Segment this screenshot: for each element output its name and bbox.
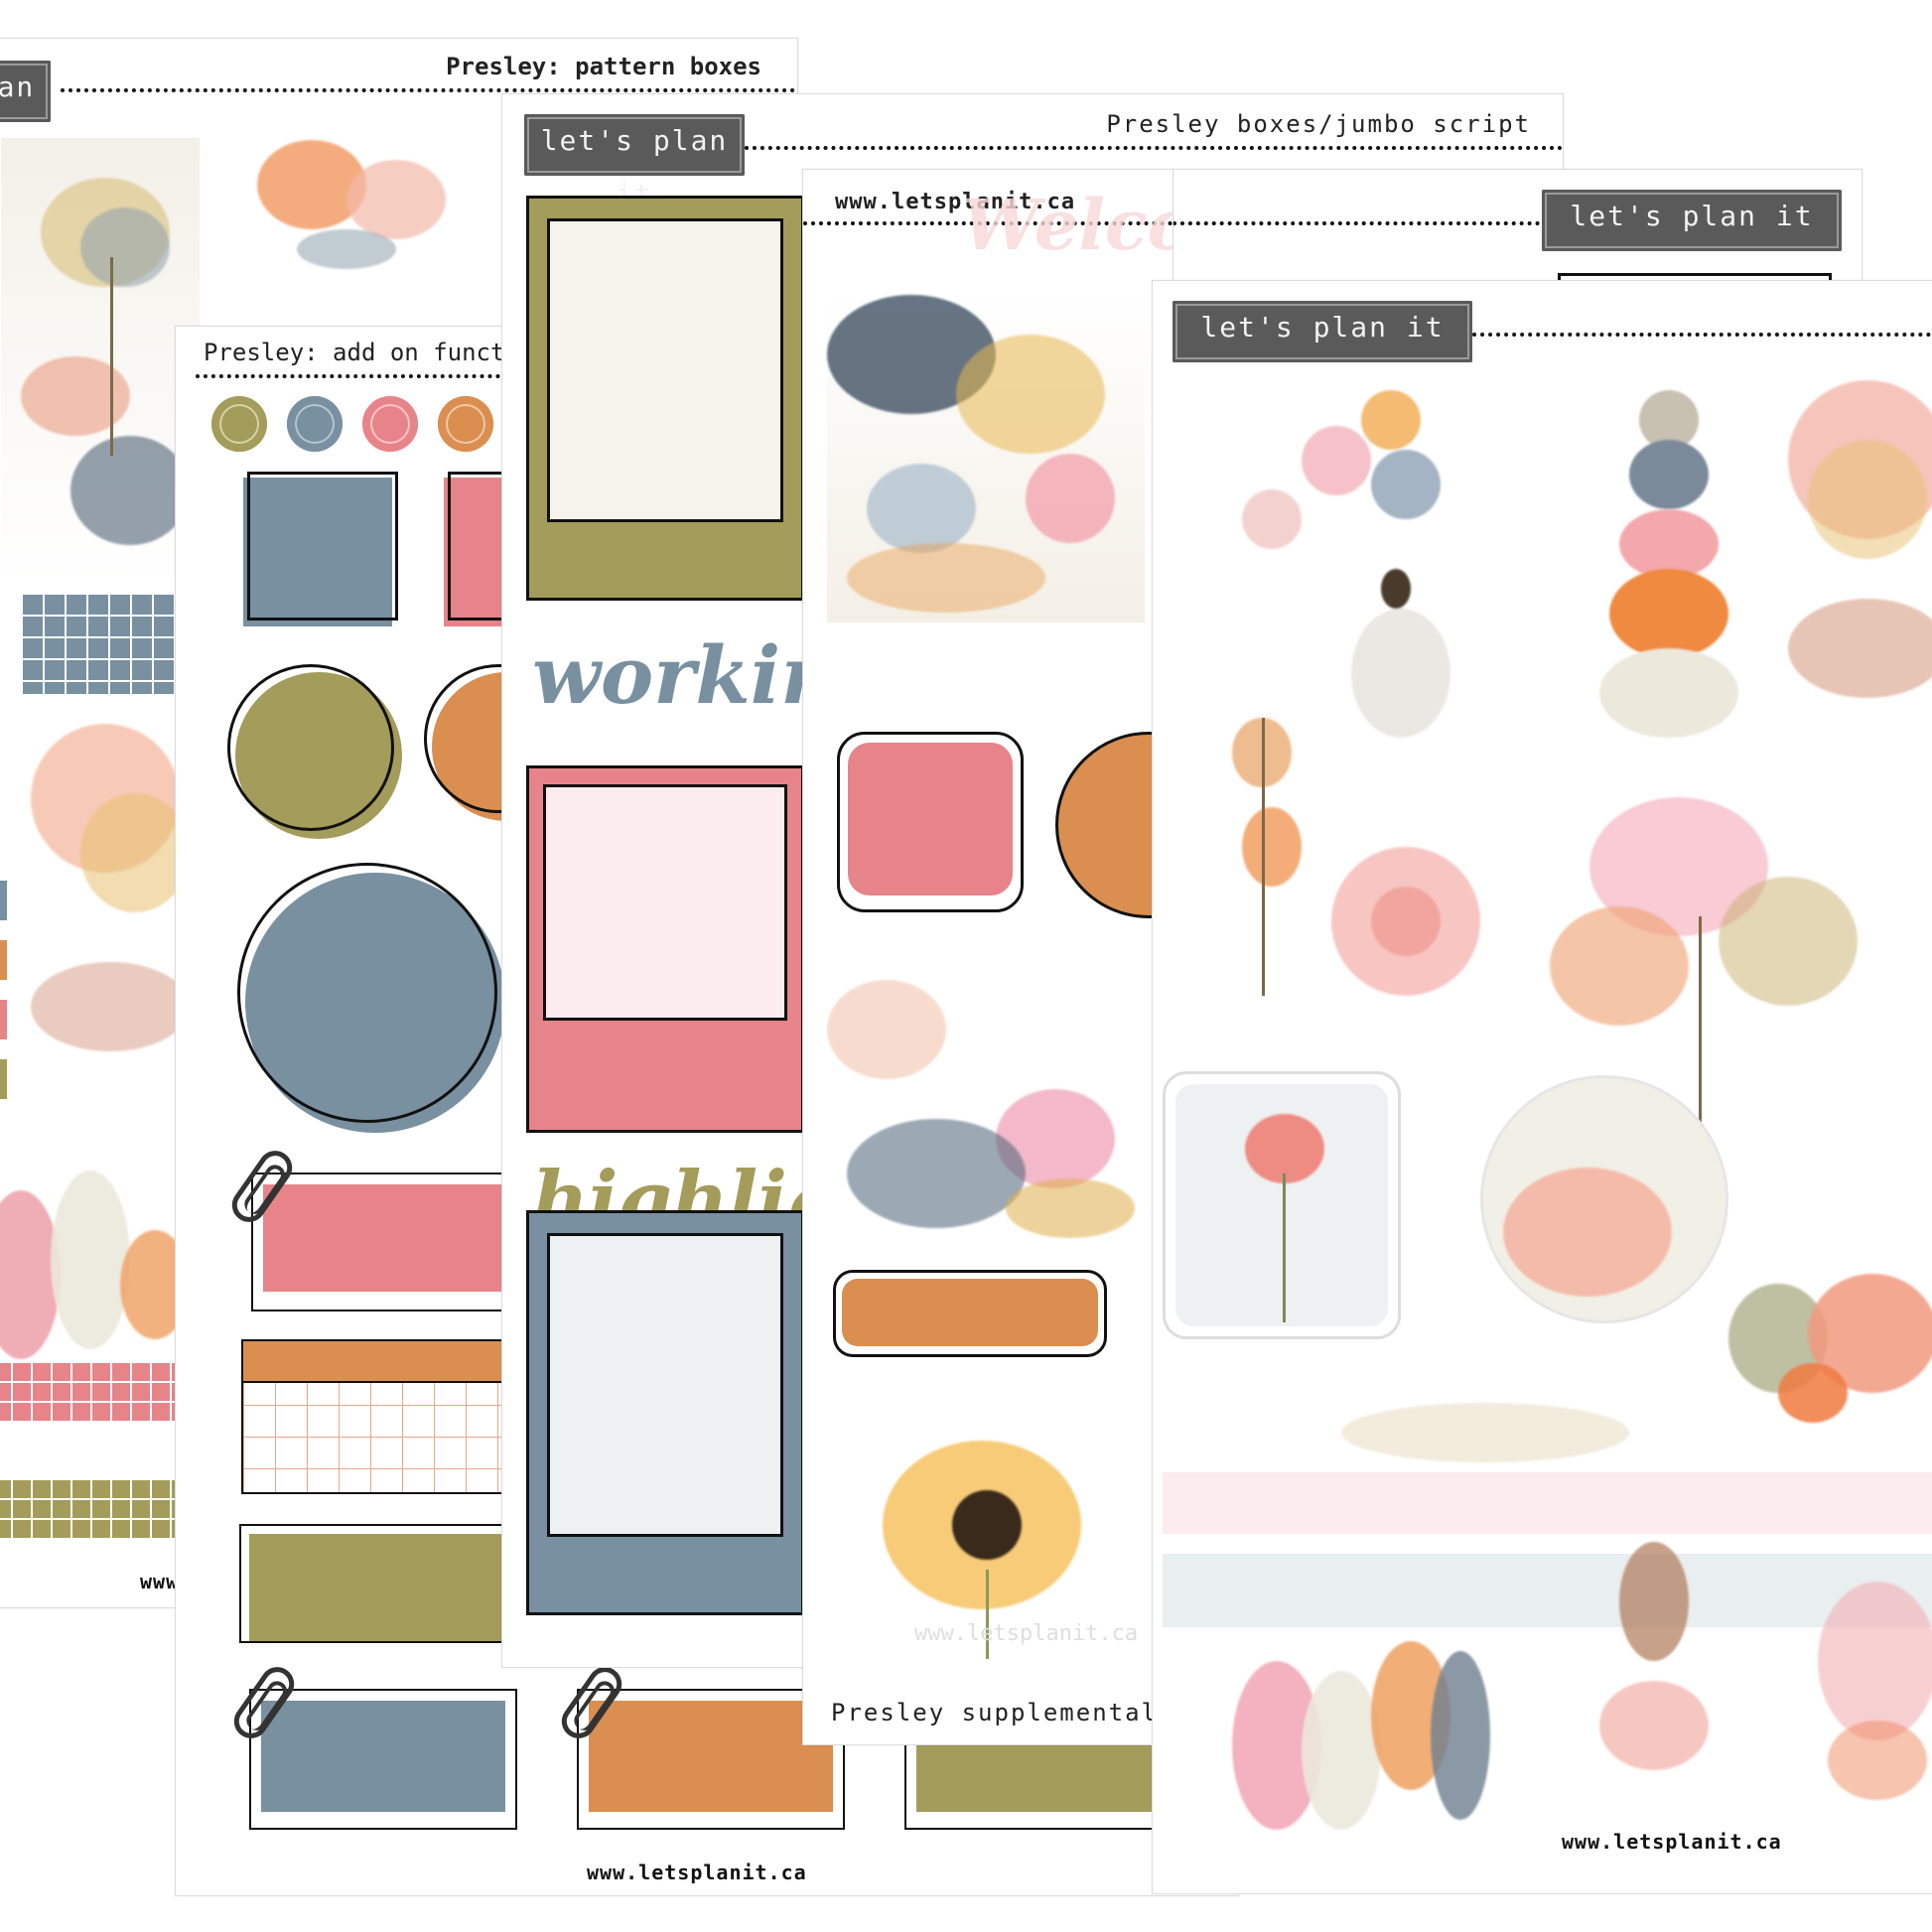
slate-big-circle-outline (237, 863, 497, 1123)
sheet-tag: let's plan it (1173, 301, 1472, 362)
orange-pill-label (833, 1270, 1107, 1357)
tree-icon (1788, 380, 1932, 708)
swatch-coral (0, 1000, 7, 1039)
coral-frame-box (526, 765, 804, 1133)
pumpkin-stack-icon (1580, 390, 1768, 748)
dot-slate (287, 396, 343, 452)
wildflower-sprig-icon (1808, 1482, 1932, 1810)
dot-coral (362, 396, 418, 452)
flower-square-box (1163, 1071, 1401, 1339)
sheet-tag: let's plan it (524, 114, 745, 210)
pumpkins-icon (1728, 1254, 1932, 1433)
sheet-front: let's plan it www.letsplanit.ca (1152, 280, 1932, 1894)
floral-tree-illustration (1, 138, 200, 585)
slate-label-box (249, 1689, 517, 1830)
dashed-line (1472, 333, 1932, 337)
slate-frame-box (526, 1210, 804, 1615)
sheet-supplemental: www.letsplanit.ca Welcome monday www.let… (802, 169, 1173, 1745)
pumpkin-icon (1503, 1168, 1672, 1297)
rose-icon (1321, 837, 1500, 1016)
girl-balloons-icon (1222, 390, 1500, 748)
floral-box-illustration (237, 120, 476, 279)
dot-olive (211, 396, 267, 452)
grid-box (241, 1339, 509, 1494)
olive-circle-outline (227, 664, 394, 831)
olive-frame-box (526, 196, 804, 601)
floral-meadow-illustration (827, 295, 1145, 622)
dashed-line (1173, 221, 1540, 225)
tag-label: let's plan it (1570, 200, 1814, 232)
sheet-tag: let's plan it (0, 61, 51, 122)
coral-label-box (251, 1173, 507, 1311)
olive-grid-strip (0, 1478, 190, 1540)
swatch-orange (0, 940, 7, 980)
slate-grid-box (21, 593, 180, 694)
pear-icon (1232, 1621, 1490, 1840)
dashed-line (745, 146, 1563, 150)
swatch-olive (0, 1059, 7, 1099)
sheet-watermark-url: www.letsplanit.ca (914, 1621, 1139, 1646)
coral-grid-strip (0, 1361, 190, 1423)
sheet-url: www.letsplanit.ca (587, 1861, 807, 1884)
pear-illustration (0, 1111, 190, 1369)
autumn-tree-illustration (21, 714, 200, 1061)
sheet-tag: let's plan it (1542, 190, 1842, 251)
coral-rounded-square (837, 732, 1024, 912)
sheet-url: www.letsplanit.ca (1562, 1830, 1782, 1854)
slate-square-outline (247, 472, 398, 621)
sheet-title: Presley supplemental (831, 1699, 1158, 1726)
pinecone-icon (1589, 1512, 1719, 1830)
sheet-title: Presley boxes/jumbo script (1106, 110, 1531, 138)
wildflower-illustration (827, 950, 1145, 1248)
dot-orange (438, 396, 493, 452)
pumpkin-circle (1480, 1075, 1728, 1323)
tag-label: let's plan it (1200, 311, 1445, 344)
leaf-sprig-icon (1222, 698, 1311, 996)
sheet-title: Presley: pattern boxes (446, 53, 761, 80)
swatch-slate (0, 881, 7, 920)
faded-script-welcome-monday: Welcome monday (962, 184, 1173, 266)
dashed-line (61, 88, 795, 92)
olive-label-box (239, 1524, 507, 1643)
